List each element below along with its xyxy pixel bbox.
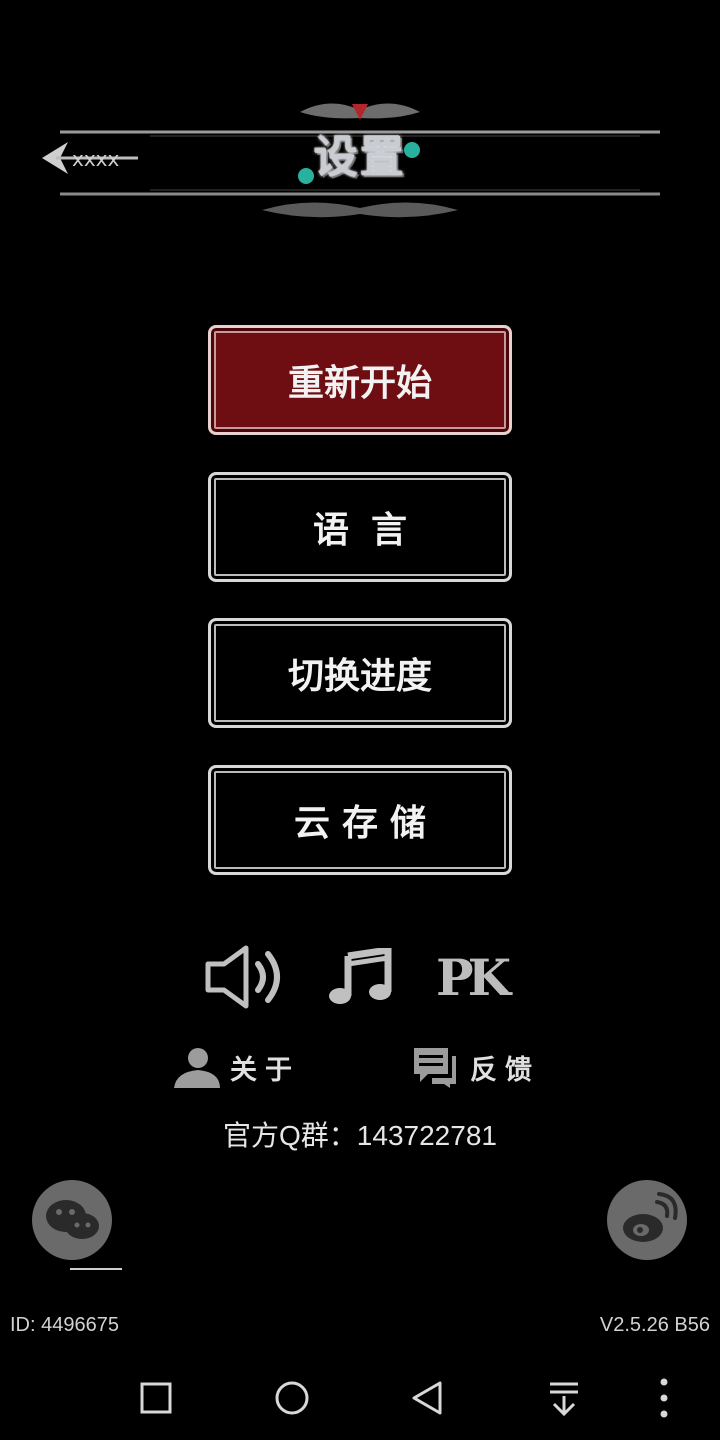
music-toggle[interactable] [328, 945, 392, 1006]
divider-line [70, 1268, 122, 1270]
sound-toggle[interactable] [204, 942, 292, 1012]
version-label: V2.5.26 B56 [599, 1314, 710, 1336]
back-nav-button[interactable] [406, 1376, 450, 1420]
square-icon [140, 1382, 172, 1414]
speaker-icon [205, 945, 280, 1009]
feedback-label: 反馈 [470, 1054, 540, 1086]
more-options-button[interactable] [642, 1376, 686, 1420]
triangle-back-icon [412, 1381, 442, 1415]
back-button[interactable]: xxxx [38, 138, 148, 178]
system-nav-bar [0, 1356, 720, 1440]
vertical-dots-icon [660, 1378, 668, 1418]
page-title: 设置 [314, 132, 406, 183]
about-link[interactable]: 关于 [172, 1046, 300, 1088]
cloud-storage-button[interactable]: 云存储 [208, 765, 512, 875]
music-note-icon [329, 945, 392, 1004]
weibo-button[interactable] [607, 1180, 687, 1260]
back-arrow-icon: xxxx [42, 142, 138, 174]
weibo-icon [623, 1192, 678, 1242]
pull-down-icon [550, 1382, 578, 1417]
wechat-icon [46, 1200, 99, 1239]
recent-apps-button[interactable] [134, 1376, 178, 1420]
user-icon [174, 1048, 220, 1088]
circle-icon [275, 1381, 309, 1415]
home-button[interactable] [270, 1376, 314, 1420]
switch-progress-button[interactable]: 切换进度 [208, 618, 512, 728]
header-banner: xxxx 设置 [0, 90, 720, 230]
svg-text:xxxx: xxxx [72, 147, 120, 171]
chat-bubble-icon [414, 1048, 456, 1088]
user-id: ID: 4496675 [10, 1314, 119, 1336]
feedback-link[interactable]: 反馈 [412, 1046, 540, 1088]
pk-toggle[interactable]: PK [436, 948, 512, 1008]
qq-group-info: 官方Q群：143722781 [223, 1120, 497, 1151]
notification-pull-button[interactable] [542, 1376, 586, 1420]
restart-button[interactable]: 重新开始 [208, 325, 512, 435]
wechat-button[interactable] [32, 1180, 112, 1260]
language-button[interactable]: 语言 [208, 472, 512, 582]
about-label: 关于 [230, 1054, 300, 1086]
